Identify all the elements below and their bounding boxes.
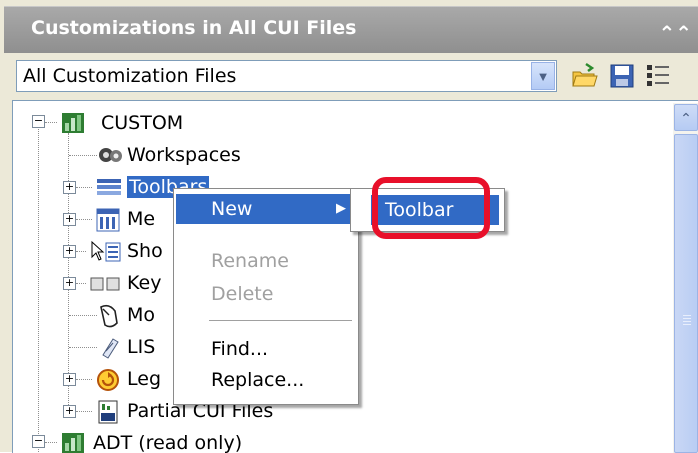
save-icon[interactable] (608, 62, 636, 90)
keyboard-icon (90, 277, 120, 291)
lisp-icon (102, 338, 119, 359)
file-selector-row: All Customization Files ▼ (4, 53, 698, 98)
expand-node-icon[interactable]: + (63, 245, 76, 258)
mouse-icon (100, 304, 118, 328)
tree-node-label: LIS (127, 336, 156, 358)
gears-icon (99, 148, 122, 162)
expand-node-icon[interactable]: + (63, 405, 76, 418)
tree-node-label: Workspaces (127, 144, 241, 166)
tree-scrollbar[interactable]: ⌃ (673, 103, 698, 453)
tree-line (38, 129, 39, 453)
expand-node-icon[interactable]: + (63, 181, 76, 194)
tree-node-label: Leg (127, 368, 162, 390)
dropdown-value: All Customization Files (23, 65, 237, 87)
menu-item-replace[interactable]: Replace... (176, 365, 356, 395)
tree-node-label: Key (127, 272, 162, 294)
expand-node-icon[interactable]: + (63, 213, 76, 226)
cui-file-icon (62, 113, 84, 133)
tree-node-label: Mo (127, 304, 156, 326)
menu-item-delete: Delete (176, 279, 356, 309)
context-menu: New ▶ Rename Delete Find... Replace... (173, 188, 359, 405)
expand-node-icon[interactable]: + (63, 373, 76, 386)
expand-node-icon[interactable]: + (63, 277, 76, 290)
menu-item-label: Rename (211, 250, 289, 272)
toolbars-icon (97, 179, 121, 195)
submenu-arrow-icon: ▶ (336, 201, 346, 216)
panel-title-bar: Customizations in All CUI Files ⌃⌃ (4, 6, 698, 53)
menu-item-label: New (211, 198, 253, 220)
cui-file-icon (62, 433, 84, 453)
tree-node-label: Me (127, 208, 156, 230)
scrollbar-thumb[interactable] (674, 134, 698, 453)
tree-node-label: CUSTOM (101, 112, 184, 134)
collapse-icon[interactable]: ⌃⌃ (658, 21, 692, 46)
menu-item-rename: Rename (176, 246, 356, 276)
menu-item-label: Delete (211, 283, 274, 305)
shortcut-menus-icon (91, 240, 121, 262)
panel-title: Customizations in All CUI Files (31, 17, 357, 39)
collapse-node-icon[interactable]: − (32, 115, 45, 128)
menu-item-find[interactable]: Find... (176, 334, 356, 364)
menu-item-label: Find... (211, 338, 269, 360)
customization-file-dropdown[interactable]: All Customization Files ▼ (16, 60, 557, 92)
tree-line (68, 133, 69, 411)
tree-node-label: ADT (read only) (93, 432, 243, 453)
open-file-icon[interactable] (570, 62, 598, 90)
collapse-node-icon[interactable]: − (32, 435, 45, 448)
tree-node-label: Sho (127, 240, 163, 262)
menu-separator (209, 320, 352, 321)
list-view-icon[interactable] (644, 62, 672, 90)
menu-item-new[interactable]: New ▶ (176, 194, 356, 224)
customizations-panel: Customizations in All CUI Files ⌃⌃ All C… (0, 0, 698, 453)
chevron-down-icon[interactable]: ▼ (531, 62, 555, 90)
menus-icon (96, 208, 120, 232)
partial-cui-icon (98, 400, 118, 424)
menu-item-label: Replace... (211, 369, 305, 391)
annotation-highlight-ring (372, 177, 490, 239)
scroll-up-icon[interactable]: ⌃ (674, 104, 698, 131)
legacy-icon (97, 369, 119, 391)
